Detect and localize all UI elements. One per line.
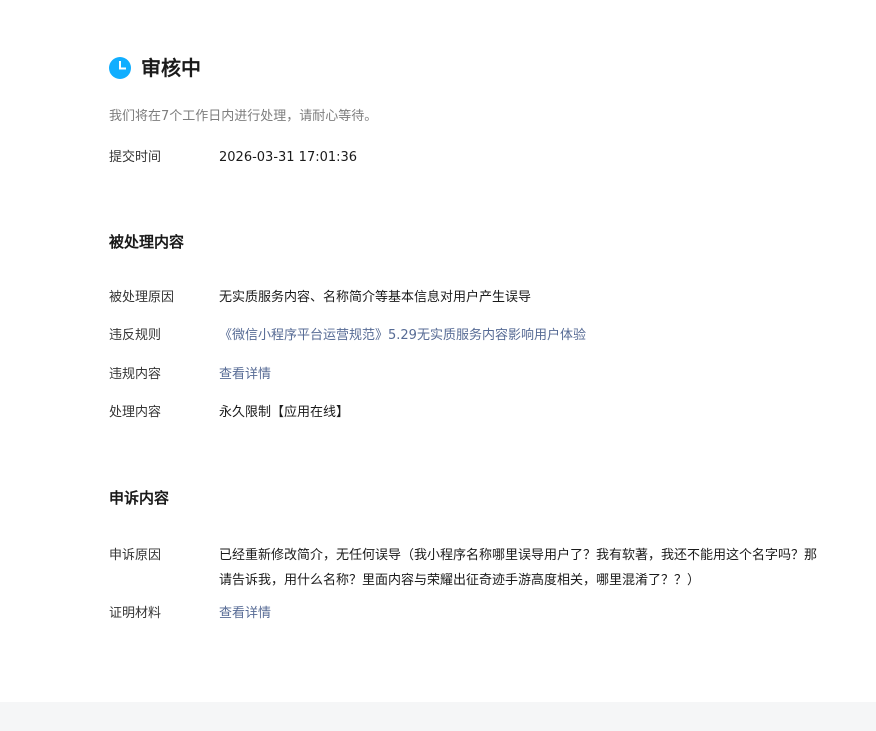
processing-action-row: 处理内容 永久限制【应用在线】 (109, 403, 829, 423)
violated-rule-label: 违反规则 (109, 328, 162, 343)
evidence-row: 证明材料 查看详情 (109, 604, 829, 624)
processing-action-label: 处理内容 (109, 405, 162, 420)
appeal-reason-value: 已经重新修改简介，无任何误导（我小程序名称哪里误导用户了？我有软著，我还不能用这… (219, 548, 818, 588)
processed-reason-value: 无实质服务内容、名称简介等基本信息对用户产生误导 (219, 290, 532, 305)
submit-time-label: 提交时间 (109, 150, 162, 165)
violation-details-link[interactable]: 查看详情 (219, 365, 829, 385)
evidence-details-link[interactable]: 查看详情 (219, 604, 829, 624)
appeal-reason-label: 申诉原因 (109, 548, 162, 563)
clock-icon (109, 57, 131, 79)
appeal-reason-row: 申诉原因 已经重新修改简介，无任何误导（我小程序名称哪里误导用户了？我有软著，我… (109, 543, 829, 593)
violated-rule-link[interactable]: 《微信小程序平台运营规范》5.29无实质服务内容影响用户体验 (219, 326, 829, 346)
status-header: 审核中 (109, 56, 201, 80)
submit-time-row: 提交时间 2026-03-31 17:01:36 (109, 148, 829, 168)
footer-band (0, 702, 876, 731)
violation-content-row: 违规内容 查看详情 (109, 365, 829, 385)
processed-section-title: 被处理内容 (109, 233, 185, 251)
processing-action-value: 永久限制【应用在线】 (219, 405, 350, 420)
status-description: 我们将在7个工作日内进行处理，请耐心等待。 (109, 109, 378, 124)
processed-reason-label: 被处理原因 (109, 290, 175, 305)
submit-time-value: 2026-03-31 17:01:36 (219, 150, 358, 165)
violated-rule-row: 违反规则 《微信小程序平台运营规范》5.29无实质服务内容影响用户体验 (109, 326, 829, 346)
processed-reason-row: 被处理原因 无实质服务内容、名称简介等基本信息对用户产生误导 (109, 288, 829, 308)
appeal-section-title: 申诉内容 (109, 489, 170, 507)
evidence-label: 证明材料 (109, 606, 162, 621)
status-title: 审核中 (141, 56, 201, 80)
violation-content-label: 违规内容 (109, 367, 162, 382)
